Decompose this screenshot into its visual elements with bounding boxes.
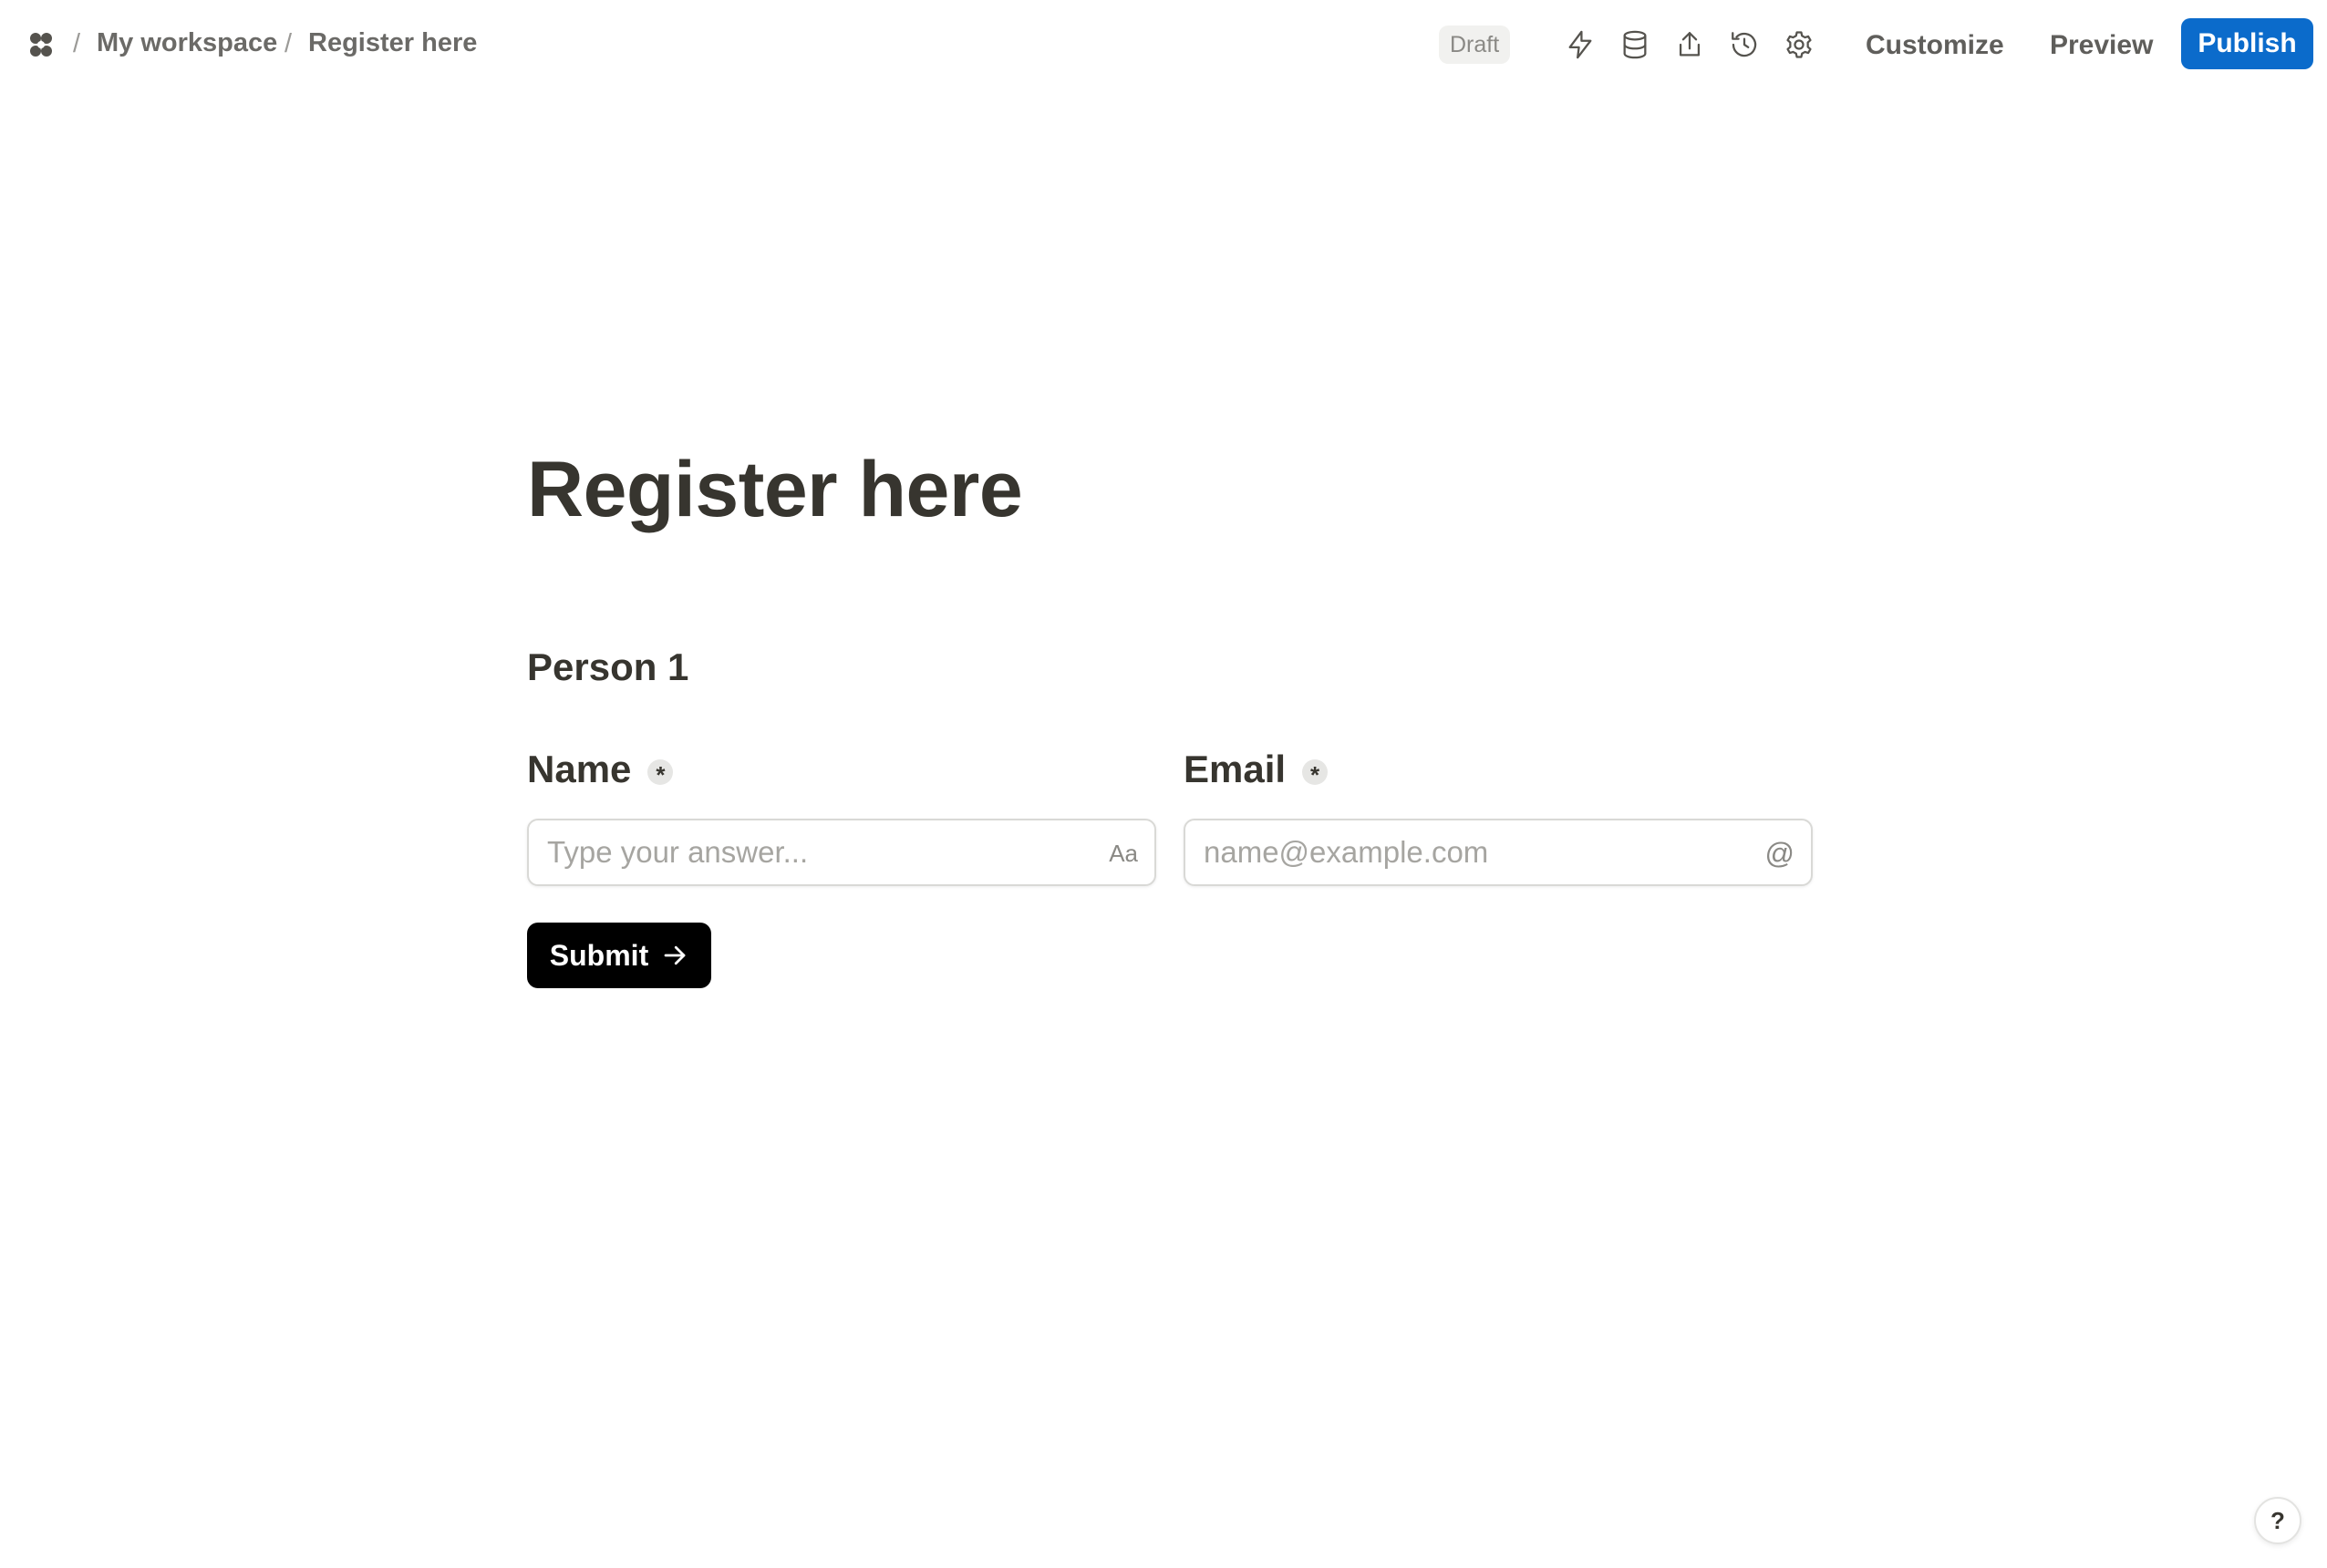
section-title[interactable]: Person 1 <box>527 645 688 689</box>
name-input[interactable] <box>547 820 1094 884</box>
email-field[interactable]: @ <box>1184 819 1813 886</box>
breadcrumb-current-page[interactable]: Register here <box>308 28 477 58</box>
email-label-text: Email <box>1184 748 1287 790</box>
name-field[interactable]: Aa <box>527 819 1156 886</box>
at-sign-icon: @ <box>1764 837 1794 870</box>
text-type-icon: Aa <box>1109 840 1138 867</box>
top-bar: / My workspace / Register here Draft Cus… <box>0 0 2327 89</box>
required-marker: * <box>647 759 674 789</box>
database-icon[interactable] <box>1618 27 1652 62</box>
breadcrumb-workspace[interactable]: My workspace <box>97 28 277 58</box>
form-title[interactable]: Register here <box>527 445 1023 535</box>
workspace-logo-icon[interactable] <box>26 29 57 60</box>
required-marker: * <box>1302 759 1329 789</box>
submit-button[interactable]: Submit <box>527 923 711 988</box>
name-field-label: Name * <box>527 748 674 791</box>
name-label-text: Name <box>527 748 632 790</box>
preview-button[interactable]: Preview <box>2050 27 2153 64</box>
email-field-label: Email * <box>1184 748 1329 791</box>
breadcrumb-separator: / <box>73 29 81 58</box>
help-button[interactable]: ? <box>2254 1497 2301 1544</box>
arrow-right-icon <box>664 945 686 965</box>
breadcrumb-separator: / <box>284 29 293 58</box>
settings-icon[interactable] <box>1782 27 1816 62</box>
share-icon[interactable] <box>1672 27 1707 62</box>
publish-button[interactable]: Publish <box>2181 18 2313 69</box>
status-badge: Draft <box>1439 26 1511 64</box>
lightning-icon[interactable] <box>1563 27 1598 62</box>
email-input[interactable] <box>1204 820 1751 884</box>
submit-label: Submit <box>549 938 649 972</box>
history-icon[interactable] <box>1727 27 1762 62</box>
customize-button[interactable]: Customize <box>1866 27 2004 64</box>
